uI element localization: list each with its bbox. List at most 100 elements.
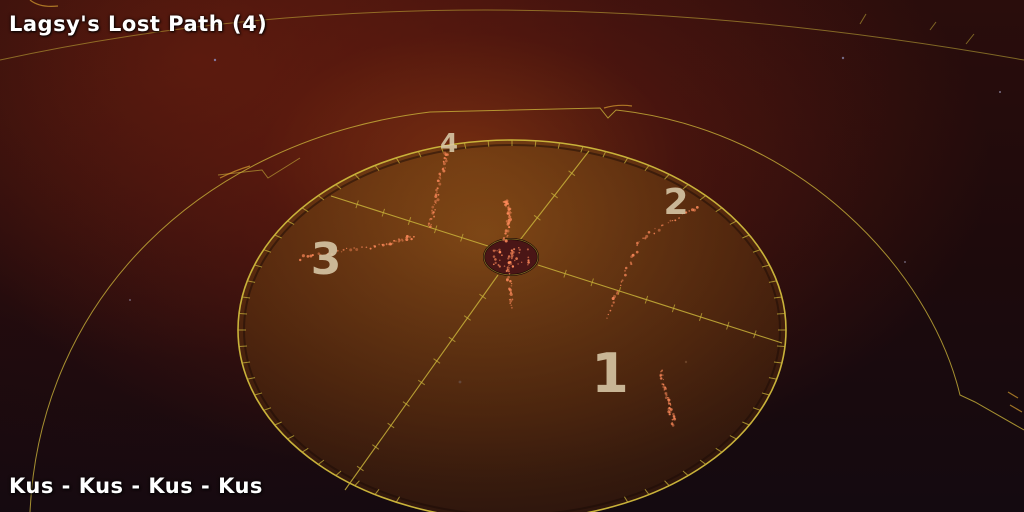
spark-particle: [611, 304, 614, 307]
spark-particle: [438, 180, 441, 182]
spark-particle: [378, 243, 381, 246]
spark-particle: [443, 162, 446, 166]
spark-particle: [672, 415, 676, 418]
spark-particle: [667, 398, 669, 401]
sector-label-3: 3: [311, 234, 342, 285]
spark-particle: [431, 209, 434, 212]
spark-particle: [521, 261, 523, 263]
spark-particle: [636, 241, 639, 245]
rim-tick: [487, 140, 490, 147]
spark-particle: [518, 248, 521, 251]
spark-particle: [438, 182, 442, 186]
spark-particle: [436, 187, 439, 190]
spark-particle: [429, 225, 432, 228]
spark-particle: [506, 268, 509, 271]
spark-particle: [433, 215, 436, 218]
spark-particle: [507, 206, 510, 209]
spark-particle: [405, 237, 409, 242]
spark-particle: [510, 282, 513, 285]
spark-particle: [509, 260, 512, 263]
rim-tick: [534, 140, 537, 147]
spark-particle: [511, 298, 514, 301]
spark-particle: [509, 279, 512, 283]
spark-particle: [507, 275, 510, 279]
sector-label-1: 1: [591, 342, 629, 405]
spark-particle: [527, 261, 530, 264]
spark-particle: [441, 168, 445, 171]
spark-particle: [527, 264, 529, 266]
spark-particle: [512, 248, 515, 251]
spark-particle: [298, 258, 302, 262]
spark-particle: [527, 256, 530, 259]
spark-particle: [355, 248, 359, 251]
spark-particle: [437, 193, 440, 196]
spark-particle: [353, 247, 356, 249]
spark-particle: [342, 248, 345, 251]
spark-particle: [503, 265, 506, 267]
rim-tick: [776, 345, 785, 348]
spark-particle: [391, 242, 394, 245]
spark-particle: [508, 264, 510, 267]
spark-particle: [427, 222, 431, 225]
spark-particle: [662, 378, 665, 381]
spark-particle: [514, 259, 516, 262]
spark-particle: [504, 232, 506, 235]
spark-particle: [505, 278, 509, 282]
spark-particle: [515, 257, 518, 260]
spark-particle: [427, 224, 430, 227]
spark-particle: [673, 417, 675, 420]
spark-particle: [436, 191, 438, 193]
spark-particle: [508, 226, 511, 229]
spark-particle: [517, 263, 519, 265]
spark-particle: [629, 261, 632, 264]
spark-particle: [498, 265, 501, 268]
spark-particle: [301, 254, 305, 258]
spark-particle: [435, 188, 438, 192]
game-scene: 1 2 3 4 Lagsy's Lost Path (4) Kus - Kus …: [0, 0, 1024, 512]
spark-particle: [408, 235, 412, 239]
spark-particle: [444, 159, 448, 163]
sector-label-2: 2: [663, 182, 688, 223]
spark-particle: [508, 287, 511, 291]
spark-particle: [410, 237, 413, 241]
spark-particle: [436, 198, 440, 202]
spark-particle: [509, 302, 512, 305]
spark-particle: [492, 249, 496, 253]
spark-particle: [395, 240, 397, 242]
spark-particle: [369, 247, 372, 250]
spark-particle: [494, 261, 497, 265]
spark-particle: [400, 238, 403, 241]
spark-particle: [631, 253, 635, 257]
rim-tick: [776, 312, 785, 315]
spark-particle: [660, 377, 663, 380]
rim-tick: [239, 312, 248, 315]
spark-particle: [438, 172, 442, 176]
spark-particle: [636, 244, 639, 247]
spark-particle: [502, 200, 505, 203]
spark-particle: [510, 306, 513, 309]
spark-particle: [434, 199, 437, 203]
spark-particle: [385, 243, 388, 245]
spark-particle: [606, 317, 608, 319]
spark-particle: [405, 235, 409, 238]
spark-particle: [654, 227, 656, 230]
spark-particle: [509, 298, 512, 301]
spark-particle: [638, 241, 640, 243]
spark-particle: [667, 397, 670, 399]
spark-particle: [659, 373, 663, 377]
spark-particle: [398, 239, 401, 242]
spark-particle: [688, 210, 690, 212]
spark-particle: [612, 294, 617, 299]
spark-particle: [623, 269, 627, 272]
spark-particle: [509, 215, 512, 219]
spark-particle: [662, 383, 665, 386]
spark-particle: [695, 206, 699, 209]
spark-particle: [510, 291, 512, 294]
spark-particle: [507, 210, 512, 214]
spark-particle: [624, 266, 628, 270]
spark-particle: [345, 247, 348, 250]
spark-particle: [664, 392, 667, 395]
spark-particle: [645, 234, 649, 238]
spark-particle: [433, 204, 435, 206]
spark-particle: [657, 228, 661, 232]
